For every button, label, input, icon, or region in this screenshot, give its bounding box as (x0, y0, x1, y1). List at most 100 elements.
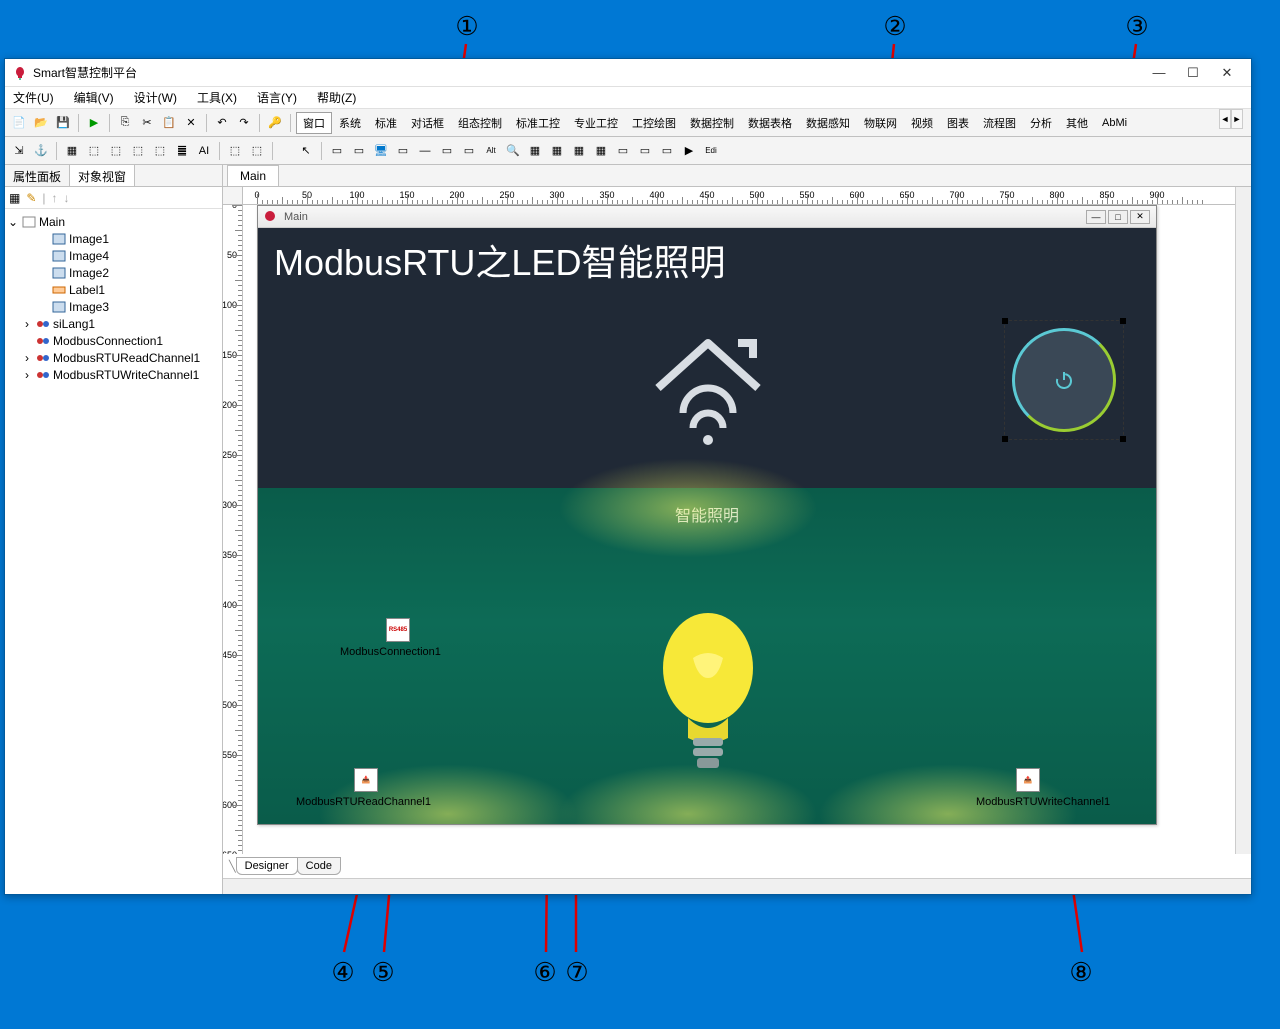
tree-root[interactable]: ⌄ Main (7, 213, 220, 230)
save-icon[interactable]: 💾 (53, 113, 73, 133)
doc-tab-main[interactable]: Main (227, 165, 279, 186)
close-button[interactable]: ✕ (1219, 65, 1235, 81)
tree-tool-icon[interactable]: ▦ (9, 191, 20, 205)
misc2-icon[interactable]: ⬚ (247, 141, 267, 161)
tab-system[interactable]: 系统 (332, 112, 368, 134)
tab-data-aware[interactable]: 数据感知 (799, 112, 857, 134)
menu-tools[interactable]: 工具(X) (193, 87, 241, 108)
menu-design[interactable]: 设计(W) (130, 87, 181, 108)
comp-alt-icon[interactable]: Alt (481, 141, 501, 161)
tab-flow[interactable]: 流程图 (976, 112, 1023, 134)
maximize-button[interactable]: ☐ (1185, 65, 1201, 81)
order-icon[interactable]: ⬚ (84, 141, 104, 161)
layout-icon[interactable]: ▦ (62, 141, 82, 161)
tree-item[interactable]: Label1 (7, 281, 220, 298)
tab-analysis[interactable]: 分析 (1023, 112, 1059, 134)
align-icon[interactable]: ⇲ (9, 141, 29, 161)
modbus-write-component[interactable]: 📤 (1016, 768, 1040, 792)
hero-image[interactable]: ModbusRTU之LED智能照明 (258, 228, 1156, 488)
comp-btn-icon[interactable]: ▭ (657, 141, 677, 161)
tree-item[interactable]: ModbusConnection1 (7, 332, 220, 349)
menu-help[interactable]: 帮助(Z) (313, 87, 360, 108)
tab-objects[interactable]: 对象视窗 (70, 165, 135, 186)
horizontal-scrollbar[interactable] (223, 878, 1251, 894)
text-icon[interactable]: AI (194, 141, 214, 161)
lock-icon[interactable]: ䷀ (172, 141, 192, 161)
tree-down-icon[interactable]: ↓ (64, 191, 70, 205)
tab-scroll-left[interactable]: ◄ (1219, 109, 1231, 129)
open-icon[interactable]: 📂 (31, 113, 51, 133)
tree-item[interactable]: ›ModbusRTUWriteChannel1 (7, 366, 220, 383)
tab-chart[interactable]: 图表 (940, 112, 976, 134)
tree-item[interactable]: Image1 (7, 230, 220, 247)
power-circle-image[interactable] (1012, 328, 1116, 432)
modbus-connection-component[interactable]: RS485 (386, 618, 410, 642)
tab-std-industrial[interactable]: 标准工控 (509, 112, 567, 134)
comp-line-icon[interactable]: — (415, 141, 435, 161)
tree-filter-icon[interactable]: ✎ (26, 191, 36, 205)
tree-up-icon[interactable]: ↑ (52, 191, 58, 205)
lower-panel-image[interactable]: 智能照明 (258, 488, 1156, 824)
tab-dialog[interactable]: 对话框 (404, 112, 451, 134)
comp-frame-icon[interactable]: ▭ (393, 141, 413, 161)
copy-icon[interactable]: ⎘ (115, 113, 135, 133)
anchor-icon[interactable]: ⚓ (31, 141, 51, 161)
delete-icon[interactable]: ✕ (181, 113, 201, 133)
tab-data-control[interactable]: 数据控制 (683, 112, 741, 134)
tab-data-grid[interactable]: 数据表格 (741, 112, 799, 134)
tab-designer[interactable]: Designer (236, 857, 298, 875)
comp-form-icon[interactable]: ▭ (349, 141, 369, 161)
comp-magnify-icon[interactable]: 🔍 (503, 141, 523, 161)
pointer-icon[interactable]: ↖ (296, 141, 316, 161)
misc1-icon[interactable]: ⬚ (225, 141, 245, 161)
form-minimize-icon[interactable]: — (1086, 210, 1106, 224)
undo-icon[interactable]: ↶ (212, 113, 232, 133)
modbus-read-component[interactable]: 📥 (354, 768, 378, 792)
form-close-icon[interactable]: ✕ (1130, 210, 1150, 224)
comp-cal-icon[interactable]: ▦ (547, 141, 567, 161)
comp-play-icon[interactable]: ▶ (679, 141, 699, 161)
menu-edit[interactable]: 编辑(V) (70, 87, 118, 108)
run-icon[interactable]: ▶ (84, 113, 104, 133)
new-icon[interactable]: 📄 (9, 113, 29, 133)
vertical-scrollbar[interactable] (1235, 187, 1251, 854)
comp-tab-icon[interactable]: ▭ (613, 141, 633, 161)
tree-item[interactable]: Image3 (7, 298, 220, 315)
tab-extra[interactable]: AbMi (1095, 114, 1134, 132)
tab-scroll-right[interactable]: ► (1231, 109, 1243, 129)
tab-properties[interactable]: 属性面板 (5, 165, 70, 186)
tab-order-icon[interactable]: ⬚ (106, 141, 126, 161)
design-form[interactable]: Main — □ ✕ ModbusRTU之LED智能照明 (257, 205, 1157, 825)
tab-config[interactable]: 组态控制 (451, 112, 509, 134)
cut-icon[interactable]: ✂ (137, 113, 157, 133)
minimize-button[interactable]: — (1151, 65, 1167, 81)
canvas-viewport[interactable]: Main — □ ✕ ModbusRTU之LED智能照明 (243, 205, 1235, 854)
tab-video[interactable]: 视频 (904, 112, 940, 134)
comp-panel-icon[interactable]: ▭ (327, 141, 347, 161)
tab-other[interactable]: 其他 (1059, 112, 1095, 134)
comp-edit-icon[interactable]: ▭ (459, 141, 479, 161)
tree-item[interactable]: Image2 (7, 264, 220, 281)
comp-grid-icon[interactable]: ▦ (525, 141, 545, 161)
tree-item[interactable]: Image4 (7, 247, 220, 264)
group-icon[interactable]: ⬚ (128, 141, 148, 161)
tab-pro-industrial[interactable]: 专业工控 (567, 112, 625, 134)
tab-code[interactable]: Code (297, 857, 341, 875)
tree-item[interactable]: ›ModbusRTUReadChannel1 (7, 349, 220, 366)
menu-language[interactable]: 语言(Y) (253, 87, 301, 108)
tab-drawing[interactable]: 工控绘图 (625, 112, 683, 134)
tab-window[interactable]: 窗口 (296, 112, 332, 134)
comp-screen-icon[interactable]: 🖥 (371, 141, 391, 161)
ungroup-icon[interactable]: ⬚ (150, 141, 170, 161)
comp-combo-icon[interactable]: ▭ (635, 141, 655, 161)
redo-icon[interactable]: ↷ (234, 113, 254, 133)
comp-tree-icon[interactable]: ▦ (569, 141, 589, 161)
menu-file[interactable]: 文件(U) (9, 87, 58, 108)
tab-iot[interactable]: 物联网 (857, 112, 904, 134)
tree-item[interactable]: ›siLang1 (7, 315, 220, 332)
form-maximize-icon[interactable]: □ (1108, 210, 1128, 224)
comp-edit2-icon[interactable]: Edi (701, 141, 721, 161)
comp-list-icon[interactable]: ▦ (591, 141, 611, 161)
paste-icon[interactable]: 📋 (159, 113, 179, 133)
comp-label-icon[interactable]: ▭ (437, 141, 457, 161)
